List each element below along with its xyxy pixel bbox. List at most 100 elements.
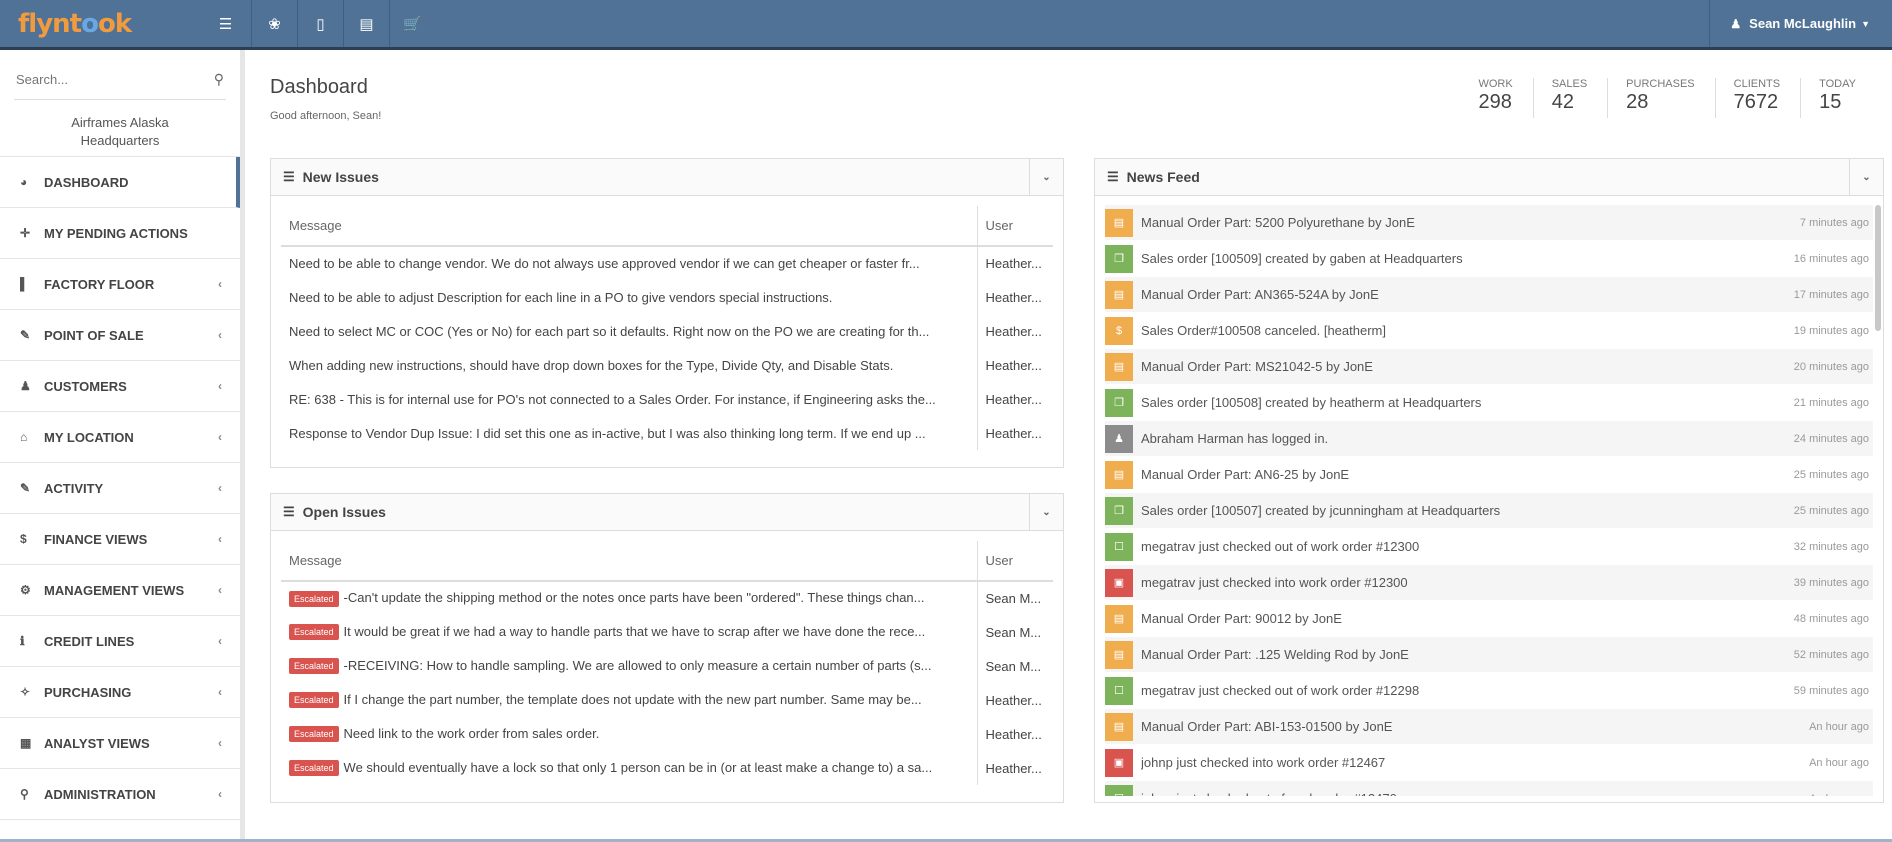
issue-message[interactable]: Need to select MC or COC (Yes or No) for…	[281, 314, 977, 348]
table-row[interactable]: Escalated It would be great if we had a w…	[281, 615, 1053, 649]
sidebar-item-label: POINT OF SALE	[44, 327, 144, 343]
column-header-message[interactable]: Message	[281, 206, 977, 247]
bug-report-button[interactable]: ❀	[251, 0, 297, 47]
feed-item[interactable]: ☐ megatrav just checked out of work order…	[1105, 673, 1873, 709]
stat-value: 15	[1819, 91, 1842, 113]
menu-icon: ☰	[218, 15, 233, 33]
feed-text: Manual Order Part: AN365-524A by JonE	[1141, 287, 1379, 302]
issue-message[interactable]: Need to be able to adjust Description fo…	[281, 280, 977, 314]
stat-value: 298	[1478, 91, 1512, 113]
cart-icon: ❐	[1105, 244, 1133, 273]
column-header-user[interactable]: User	[976, 541, 1053, 582]
table-row[interactable]: Need to be able to change vendor. We do …	[281, 246, 1053, 280]
panel-body: Message User Need to be able to change v…	[271, 196, 1063, 450]
menu-toggle-button[interactable]: ☰	[200, 0, 251, 47]
stat-clients[interactable]: CLIENTS 7672	[1714, 78, 1800, 118]
column-header-message[interactable]: Message	[281, 541, 977, 582]
panel-title: New Issues	[302, 169, 379, 185]
mobile-button[interactable]: ▯	[297, 0, 343, 47]
issue-cell[interactable]: Escalated We should eventually have a loc…	[281, 751, 977, 785]
feed-item[interactable]: $ Sales Order#100508 canceled. [heatherm]…	[1105, 313, 1873, 349]
sidebar-item-my-pending-actions[interactable]: ✛ MY PENDING ACTIONS	[0, 208, 240, 259]
issue-message[interactable]: RE: 638 - This is for internal use for P…	[281, 382, 977, 416]
sidebar-item-purchasing[interactable]: ✧ PURCHASING ‹	[0, 667, 240, 718]
feed-item[interactable]: ▤ Manual Order Part: ABI-153-01500 by Jon…	[1105, 709, 1873, 745]
sidebar-item-credit-lines[interactable]: ℹ CREDIT LINES ‹	[0, 616, 240, 667]
feed-item[interactable]: ❐ Sales order [100508] created by heather…	[1105, 385, 1873, 421]
feed-item[interactable]: ▤ Manual Order Part: .125 Welding Rod by …	[1105, 637, 1873, 673]
feed-item[interactable]: ▤ Manual Order Part: AN6-25 by JonE 25 min…	[1105, 457, 1873, 493]
search-input[interactable]	[16, 72, 176, 87]
sidebar-item-customers[interactable]: ♟ CUSTOMERS ‹	[0, 361, 240, 412]
sidebar-item-point-of-sale[interactable]: ✎ POINT OF SALE ‹	[0, 310, 240, 361]
feed-timestamp: An hour ago	[1809, 720, 1869, 733]
collapse-toggle-button[interactable]: ⌄	[1029, 159, 1063, 196]
feed-text: Sales order [100508] created by heatherm…	[1141, 395, 1482, 410]
feed-item[interactable]: ▤ Manual Order Part: MS21042-5 by JonE 20 …	[1105, 349, 1873, 385]
feed-timestamp: 48 minutes ago	[1793, 612, 1869, 625]
issue-cell[interactable]: Escalated -Can't update the shipping meth…	[281, 581, 977, 615]
sidebar-item-label: DASHBOARD	[44, 174, 129, 190]
feed-item[interactable]: ▤ Manual Order Part: 5200 Polyurethane by…	[1105, 205, 1873, 241]
cart-button[interactable]: 🛒	[389, 0, 435, 47]
brand-logo[interactable]: flynt o ok	[0, 0, 200, 49]
feed-item[interactable]: ❐ Sales order [100509] created by gaben a…	[1105, 241, 1873, 277]
feed-scrollbar[interactable]	[1875, 205, 1881, 331]
sidebar-item-finance-views[interactable]: $ FINANCE VIEWS ‹	[0, 514, 240, 565]
feed-item[interactable]: ▤ Manual Order Part: AN365-524A by JonE 17…	[1105, 277, 1873, 313]
sidebar-item-activity[interactable]: ✎ ACTIVITY ‹	[0, 463, 240, 514]
truck-icon: ▤	[1105, 712, 1133, 741]
table-row[interactable]: Escalated We should eventually have a loc…	[281, 751, 1053, 785]
collapse-toggle-button[interactable]: ⌄	[1029, 494, 1063, 531]
feed-timestamp: 39 minutes ago	[1793, 576, 1869, 589]
table-row[interactable]: Escalated Need link to the work order fro…	[281, 717, 1053, 751]
sidebar: ⚲ Airframes Alaska Headquarters ◕ DASHBOA…	[0, 50, 245, 842]
sidebar-item-administration[interactable]: ⚲ ADMINISTRATION ‹	[0, 769, 240, 820]
feed-item[interactable]: ▣ johnp just checked into work order #124…	[1105, 745, 1873, 781]
table-row[interactable]: When adding new instructions, should hav…	[281, 348, 1053, 382]
feed-item[interactable]: ☐ johnp just checked out of work order #1…	[1105, 781, 1873, 796]
feed-timestamp: 16 minutes ago	[1793, 252, 1869, 265]
issue-cell[interactable]: Escalated If I change the part number, th…	[281, 683, 977, 717]
stat-today[interactable]: TODAY 15	[1800, 78, 1876, 118]
user-menu[interactable]: ♟ Sean McLaughlin ▼	[1709, 0, 1892, 47]
feed-item[interactable]: ▣ megatrav just checked into work order #…	[1105, 565, 1873, 601]
panel-title: News Feed	[1126, 169, 1200, 185]
column-header-user[interactable]: User	[976, 206, 1053, 247]
issue-cell[interactable]: Escalated Need link to the work order fro…	[281, 717, 977, 751]
issue-message[interactable]: Response to Vendor Dup Issue: I did set …	[281, 416, 977, 450]
issue-cell[interactable]: Escalated -RECEIVING: How to handle sampl…	[281, 649, 977, 683]
stat-sales[interactable]: SALES 42	[1532, 78, 1607, 118]
document-button[interactable]: ▤	[343, 0, 389, 47]
feed-item[interactable]: ▤ Manual Order Part: 90012 by JonE 48 minu…	[1105, 601, 1873, 637]
search-icon[interactable]: ⚲	[214, 71, 224, 88]
user-name: Sean McLaughlin	[1749, 16, 1857, 31]
issue-cell[interactable]: Escalated It would be great if we had a w…	[281, 615, 977, 649]
news-feed-list[interactable]: ▤ Manual Order Part: 5200 Polyurethane by…	[1105, 205, 1873, 796]
table-row[interactable]: Escalated If I change the part number, th…	[281, 683, 1053, 717]
feed-text: Manual Order Part: MS21042-5 by JonE	[1141, 359, 1373, 374]
table-row[interactable]: Need to select MC or COC (Yes or No) for…	[281, 314, 1053, 348]
feed-item[interactable]: ♟ Abraham Harman has logged in. 24 minutes…	[1105, 421, 1873, 457]
table-row[interactable]: Need to be able to adjust Description fo…	[281, 280, 1053, 314]
issue-message[interactable]: When adding new instructions, should hav…	[281, 348, 977, 382]
feed-timestamp: 24 minutes ago	[1793, 432, 1869, 445]
table-row[interactable]: Response to Vendor Dup Issue: I did set …	[281, 416, 1053, 450]
table-row[interactable]: Escalated -RECEIVING: How to handle sampl…	[281, 649, 1053, 683]
stat-work[interactable]: WORK 298	[1460, 78, 1532, 118]
sidebar-item-my-location[interactable]: ⌂ MY LOCATION ‹	[0, 412, 240, 463]
stat-purchases[interactable]: PURCHASES 28	[1607, 78, 1714, 118]
sidebar-item-dashboard[interactable]: ◕ DASHBOARD	[0, 157, 240, 208]
table-row[interactable]: Escalated -Can't update the shipping meth…	[281, 581, 1053, 615]
feed-item[interactable]: ☐ megatrav just checked out of work order…	[1105, 529, 1873, 565]
issue-message[interactable]: Need to be able to change vendor. We do …	[281, 246, 977, 280]
sidebar-item-management-views[interactable]: ⚙ MANAGEMENT VIEWS ‹	[0, 565, 240, 616]
escalated-badge: Escalated	[289, 590, 339, 607]
collapse-toggle-button[interactable]: ⌄	[1849, 159, 1883, 196]
sidebar-item-label: CREDIT LINES	[44, 633, 135, 649]
sidebar-item-factory-floor[interactable]: ▌ FACTORY FLOOR ‹	[0, 259, 240, 310]
table-row[interactable]: RE: 638 - This is for internal use for P…	[281, 382, 1053, 416]
feed-item[interactable]: ❐ Sales order [100507] created by jcunnin…	[1105, 493, 1873, 529]
sidebar-item-analyst-views[interactable]: ▦ ANALYST VIEWS ‹	[0, 718, 240, 769]
cart-icon: 🛒	[403, 15, 422, 33]
